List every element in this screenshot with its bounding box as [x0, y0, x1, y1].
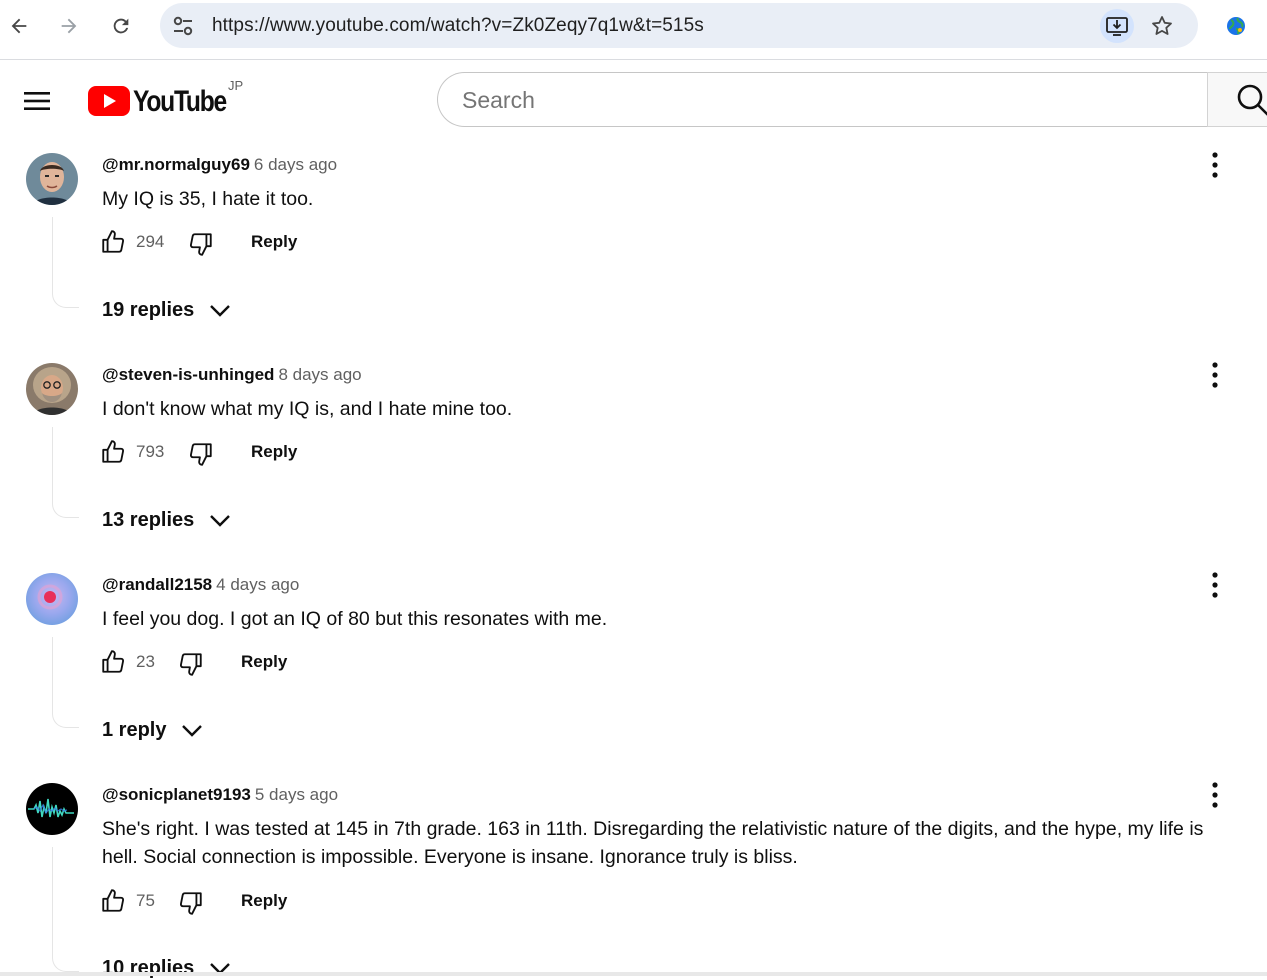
thread-line: [52, 847, 79, 972]
guide-menu-button[interactable]: [18, 82, 56, 120]
avatar[interactable]: [26, 153, 78, 205]
thumbs-up-icon[interactable]: [100, 229, 126, 255]
thread-line: [52, 427, 79, 518]
url-text[interactable]: https://www.youtube.com/watch?v=Zk0Zeqy7…: [212, 15, 704, 37]
comment-text: I feel you dog. I got an IQ of 80 but th…: [102, 608, 608, 630]
more-vertical-icon: [1212, 152, 1218, 178]
country-code: JP: [228, 78, 244, 93]
thumbs-down-icon[interactable]: [178, 890, 204, 916]
replies-count: 10 replies: [102, 956, 195, 979]
avatar-image: [26, 363, 78, 415]
view-replies-button[interactable]: 1 reply: [102, 718, 204, 742]
avatar[interactable]: [26, 783, 78, 835]
bookmark-button[interactable]: [1148, 12, 1176, 40]
chevron-down-icon: [210, 515, 231, 527]
chevron-down-icon: [182, 725, 203, 737]
comment-time[interactable]: 4 days ago: [216, 575, 299, 594]
reload-button[interactable]: [105, 10, 137, 42]
more-vertical-icon: [1212, 782, 1218, 808]
comment-text: She's right. I was tested at 145 in 7th …: [102, 818, 1204, 868]
replies-count: 19 replies: [102, 298, 195, 321]
reload-icon: [113, 18, 129, 34]
comment-time[interactable]: 6 days ago: [254, 155, 337, 174]
more-vertical-icon: [1212, 362, 1218, 388]
thumbs-down-icon[interactable]: [188, 231, 214, 257]
avatar-image: [26, 153, 78, 205]
site-settings-icon[interactable]: [170, 13, 196, 39]
search-box[interactable]: [437, 72, 1207, 128]
forward-button[interactable]: [53, 10, 85, 42]
thread-line: [52, 637, 79, 728]
reply-button[interactable]: Reply: [251, 232, 297, 252]
comment-header: @mr.normalguy69 6 days ago: [102, 155, 337, 175]
back-button[interactable]: [3, 10, 35, 42]
like-count: 75: [136, 891, 155, 910]
comment-author[interactable]: @randall2158: [102, 575, 212, 594]
thread-line: [52, 217, 79, 308]
thumbs-up-icon[interactable]: [100, 649, 126, 675]
search-icon: [1237, 84, 1267, 116]
like-count: 294: [136, 232, 165, 251]
install-app-button[interactable]: [1100, 9, 1134, 43]
search-input[interactable]: [460, 73, 1184, 128]
comment-author[interactable]: @steven-is-unhinged: [102, 365, 274, 384]
comment-menu-button[interactable]: [1203, 145, 1227, 185]
hamburger-menu-icon: [24, 92, 50, 110]
avatar[interactable]: [26, 363, 78, 415]
comment-time[interactable]: 8 days ago: [278, 365, 361, 384]
horizontal-scrollbar[interactable]: [0, 972, 1267, 976]
globe-extension-icon: [1227, 17, 1245, 35]
browser-toolbar: https://www.youtube.com/watch?v=Zk0Zeqy7…: [0, 0, 1267, 60]
view-replies-button[interactable]: 10 replies: [102, 956, 232, 980]
logo-wordmark: YouTube: [133, 85, 227, 118]
comment-author[interactable]: @mr.normalguy69: [102, 155, 250, 174]
replies-count: 1 reply: [102, 718, 167, 741]
comment-header: @steven-is-unhinged 8 days ago: [102, 365, 362, 385]
comment-header: @randall2158 4 days ago: [102, 575, 299, 595]
thumbs-up-icon[interactable]: [100, 439, 126, 465]
thumbs-down-icon[interactable]: [188, 441, 214, 467]
address-bar[interactable]: https://www.youtube.com/watch?v=Zk0Zeqy7…: [160, 3, 1198, 48]
comment-text: I don't know what my IQ is, and I hate m…: [102, 398, 513, 420]
arrow-left-icon: [11, 18, 27, 34]
like-count: 23: [136, 652, 155, 671]
search-button[interactable]: [1207, 72, 1267, 127]
view-replies-button[interactable]: 19 replies: [102, 298, 232, 322]
star-icon: [1152, 16, 1172, 35]
more-vertical-icon: [1212, 572, 1218, 598]
comment-header: @sonicplanet9193 5 days ago: [102, 785, 338, 805]
thumbs-up-icon[interactable]: [100, 888, 126, 914]
extension-button[interactable]: [1222, 12, 1250, 40]
comment-text: My IQ is 35, I hate it too.: [102, 188, 314, 210]
youtube-logo[interactable]: YouTube JP: [88, 78, 248, 118]
like-count: 793: [136, 442, 165, 461]
comment-menu-button[interactable]: [1203, 355, 1227, 395]
avatar-image: [26, 573, 78, 625]
youtube-masthead: YouTube JP: [0, 60, 1267, 140]
chevron-down-icon: [210, 305, 231, 317]
replies-count: 13 replies: [102, 508, 195, 531]
reply-button[interactable]: Reply: [241, 652, 287, 672]
install-icon: [1106, 17, 1128, 36]
arrow-right-icon: [61, 18, 77, 34]
comment-menu-button[interactable]: [1203, 775, 1227, 815]
chevron-down-icon: [210, 963, 231, 975]
youtube-play-icon: [88, 86, 130, 116]
reply-button[interactable]: Reply: [251, 442, 297, 462]
comment-author[interactable]: @sonicplanet9193: [102, 785, 251, 804]
comment-menu-button[interactable]: [1203, 565, 1227, 605]
avatar-image: [26, 783, 78, 835]
comment-time[interactable]: 5 days ago: [255, 785, 338, 804]
thumbs-down-icon[interactable]: [178, 651, 204, 677]
reply-button[interactable]: Reply: [241, 891, 287, 911]
avatar[interactable]: [26, 573, 78, 625]
view-replies-button[interactable]: 13 replies: [102, 508, 232, 532]
